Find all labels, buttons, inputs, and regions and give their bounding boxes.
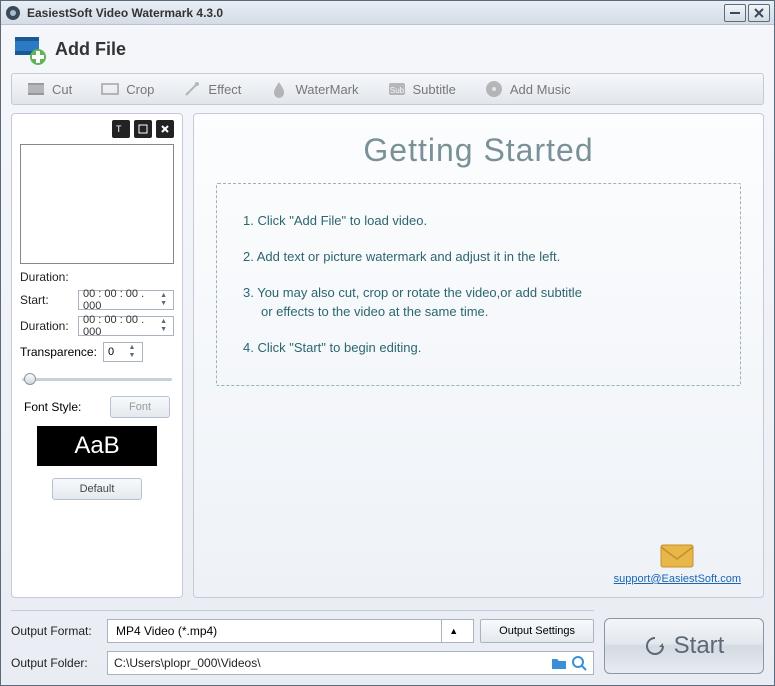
start-spinner[interactable]: ▲▼ (158, 292, 169, 308)
font-button[interactable]: Font (110, 396, 170, 418)
tool-cut-label: Cut (52, 82, 72, 97)
start-time-value: 00 : 00 : 00 . 000 (83, 288, 158, 312)
tool-effect[interactable]: Effect (168, 74, 255, 104)
output-folder-label: Output Folder: (11, 656, 101, 670)
add-file-label: Add File (55, 39, 126, 60)
getting-started-title: Getting Started (216, 132, 741, 169)
tool-crop[interactable]: Crop (86, 74, 168, 104)
add-text-watermark-button[interactable]: T (112, 120, 130, 138)
transparency-input[interactable]: 0 ▲▼ (103, 342, 143, 362)
svg-text:Sub: Sub (389, 86, 404, 95)
wand-icon (182, 79, 202, 99)
default-button[interactable]: Default (52, 478, 142, 500)
app-window: EasiestSoft Video Watermark 4.3.0 Add Fi… (0, 0, 775, 686)
chevron-up-icon: ▲ (441, 620, 465, 642)
font-style-label: Font Style: (24, 400, 81, 414)
transparency-slider[interactable] (22, 372, 172, 386)
start-button[interactable]: Start (604, 618, 764, 674)
font-sample: AaB (37, 426, 157, 466)
tool-crop-label: Crop (126, 82, 154, 97)
output-folder-value: C:\Users\plopr_000\Videos\ (114, 656, 547, 670)
refresh-icon (644, 635, 666, 657)
search-icon[interactable] (571, 655, 587, 671)
duration-time-value: 00 : 00 : 00 . 000 (83, 314, 158, 338)
minimize-button[interactable] (724, 4, 746, 22)
mail-icon (659, 543, 695, 569)
folder-icon[interactable] (551, 655, 567, 671)
step-3: 3. You may also cut, crop or rotate the … (243, 284, 714, 320)
edit-toolbar: Cut Crop Effect WaterMark Sub Subtitle A… (11, 73, 764, 105)
transparency-spinner[interactable]: ▲▼ (126, 344, 138, 360)
support-block: support@EasiestSoft.com (614, 543, 741, 585)
tool-cut[interactable]: Cut (12, 74, 86, 104)
tool-watermark-label: WaterMark (295, 82, 358, 97)
duration-spinner[interactable]: ▲▼ (158, 318, 169, 334)
app-icon (5, 5, 21, 21)
svg-text:T: T (116, 124, 122, 134)
tool-addmusic[interactable]: Add Music (470, 74, 585, 104)
add-file-icon (11, 31, 47, 67)
tool-addmusic-label: Add Music (510, 82, 571, 97)
duration-time-input[interactable]: 00 : 00 : 00 . 000 ▲▼ (78, 316, 174, 336)
add-image-watermark-button[interactable] (134, 120, 152, 138)
duration-heading: Duration: (20, 270, 174, 284)
transparency-label: Transparence: (20, 345, 97, 359)
getting-started-steps: 1. Click "Add File" to load video. 2. Ad… (216, 183, 741, 386)
output-settings-area: Output Format: MP4 Video (*.mp4) ▲ Outpu… (11, 610, 594, 675)
watermark-panel: T Duration: Start: 00 : 00 : 00 . 000 ▲▼… (11, 113, 183, 598)
add-file-bar[interactable]: Add File (1, 25, 774, 73)
output-folder-input[interactable]: C:\Users\plopr_000\Videos\ (107, 651, 594, 675)
duration-label: Duration: (20, 319, 74, 333)
watermark-preview (20, 144, 174, 264)
body-area: T Duration: Start: 00 : 00 : 00 . 000 ▲▼… (1, 105, 774, 604)
step-1: 1. Click "Add File" to load video. (243, 212, 714, 230)
titlebar: EasiestSoft Video Watermark 4.3.0 (1, 1, 774, 25)
step-2: 2. Add text or picture watermark and adj… (243, 248, 714, 266)
tool-subtitle[interactable]: Sub Subtitle (373, 74, 470, 104)
film-icon (26, 79, 46, 99)
output-format-label: Output Format: (11, 624, 101, 638)
window-title: EasiestSoft Video Watermark 4.3.0 (27, 6, 722, 20)
tool-effect-label: Effect (208, 82, 241, 97)
output-bar: Output Format: MP4 Video (*.mp4) ▲ Outpu… (1, 604, 774, 685)
watermark-tools: T (20, 120, 174, 138)
transparency-value: 0 (108, 346, 114, 358)
remove-watermark-button[interactable] (156, 120, 174, 138)
output-settings-button[interactable]: Output Settings (480, 619, 594, 643)
support-link[interactable]: support@EasiestSoft.com (614, 573, 741, 585)
start-button-label: Start (674, 632, 725, 660)
output-format-value: MP4 Video (*.mp4) (116, 624, 217, 638)
close-button[interactable] (748, 4, 770, 22)
tool-watermark[interactable]: WaterMark (255, 74, 372, 104)
slider-thumb[interactable] (24, 373, 36, 385)
start-time-input[interactable]: 00 : 00 : 00 . 000 ▲▼ (78, 290, 174, 310)
output-format-dropdown[interactable]: MP4 Video (*.mp4) ▲ (107, 619, 474, 643)
subtitle-icon: Sub (387, 79, 407, 99)
step-4: 4. Click "Start" to begin editing. (243, 339, 714, 357)
droplet-icon (269, 79, 289, 99)
tool-subtitle-label: Subtitle (413, 82, 456, 97)
getting-started-panel: Getting Started 1. Click "Add File" to l… (193, 113, 764, 598)
disc-icon (484, 79, 504, 99)
crop-icon (100, 79, 120, 99)
start-label: Start: (20, 293, 74, 307)
